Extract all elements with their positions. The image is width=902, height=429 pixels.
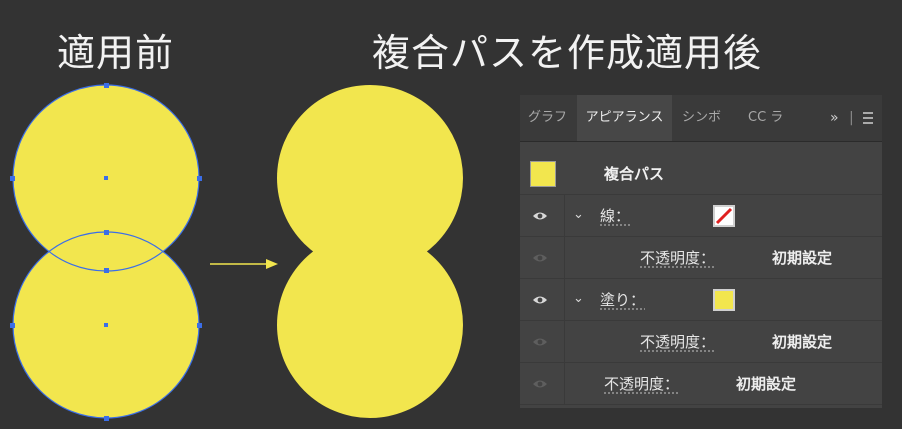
tab-symbol[interactable]: シンボ xyxy=(682,95,721,141)
eye-icon xyxy=(533,380,547,388)
eye-icon xyxy=(533,338,547,346)
fill-opacity-row[interactable]: 不透明度： 初期設定 xyxy=(520,321,882,363)
fill-label[interactable]: 塗り： xyxy=(600,289,645,310)
after-artwork xyxy=(277,85,463,418)
appearance-panel: グラフ アピアランス シンボ CC ラ » | 複合パス ⌄ 線： 不透明度： … xyxy=(520,95,882,408)
object-row[interactable]: 複合パス xyxy=(520,153,882,195)
tab-separator: | xyxy=(849,110,854,126)
opacity-label[interactable]: 不透明度： xyxy=(640,331,715,352)
arrow-icon xyxy=(210,259,278,269)
tab-appearance[interactable]: アピアランス xyxy=(577,95,672,141)
opacity-value: 初期設定 xyxy=(736,375,797,393)
chevron-down-icon[interactable]: ⌄ xyxy=(573,207,584,222)
fill-visibility[interactable] xyxy=(520,279,565,320)
eye-icon xyxy=(533,296,547,304)
stroke-opacity-visibility[interactable] xyxy=(520,237,565,278)
stroke-none-swatch[interactable] xyxy=(713,205,735,227)
hamburger-icon[interactable] xyxy=(862,95,874,141)
panel-tab-bar: グラフ アピアランス シンボ CC ラ » | xyxy=(520,95,882,142)
stroke-row[interactable]: ⌄ 線： xyxy=(520,195,882,237)
fill-row[interactable]: ⌄ 塗り： xyxy=(520,279,882,321)
object-opacity-row[interactable]: 不透明度： 初期設定 xyxy=(520,363,882,405)
object-label: 複合パス xyxy=(604,165,665,183)
before-artwork xyxy=(10,83,202,421)
opacity-value: 初期設定 xyxy=(772,333,833,351)
fill-color-swatch[interactable] xyxy=(713,289,735,311)
tab-graph[interactable]: グラフ xyxy=(528,95,567,141)
tab-cc-libraries[interactable]: CC ラ xyxy=(748,95,783,141)
opacity-label[interactable]: 不透明度： xyxy=(640,247,715,268)
compound-bottom[interactable] xyxy=(277,232,463,418)
fill-opacity-visibility[interactable] xyxy=(520,321,565,362)
stroke-opacity-row[interactable]: 不透明度： 初期設定 xyxy=(520,237,882,279)
opacity-value: 初期設定 xyxy=(772,249,833,267)
eye-icon xyxy=(533,212,547,220)
stroke-visibility[interactable] xyxy=(520,195,565,236)
object-thumbnail xyxy=(530,161,556,187)
eye-icon xyxy=(533,254,547,262)
stroke-label[interactable]: 線： xyxy=(600,205,630,226)
more-tabs-button[interactable]: » xyxy=(830,95,839,141)
chevron-down-icon[interactable]: ⌄ xyxy=(573,291,584,306)
opacity-label[interactable]: 不透明度： xyxy=(604,373,679,394)
object-opacity-visibility[interactable] xyxy=(520,363,565,404)
